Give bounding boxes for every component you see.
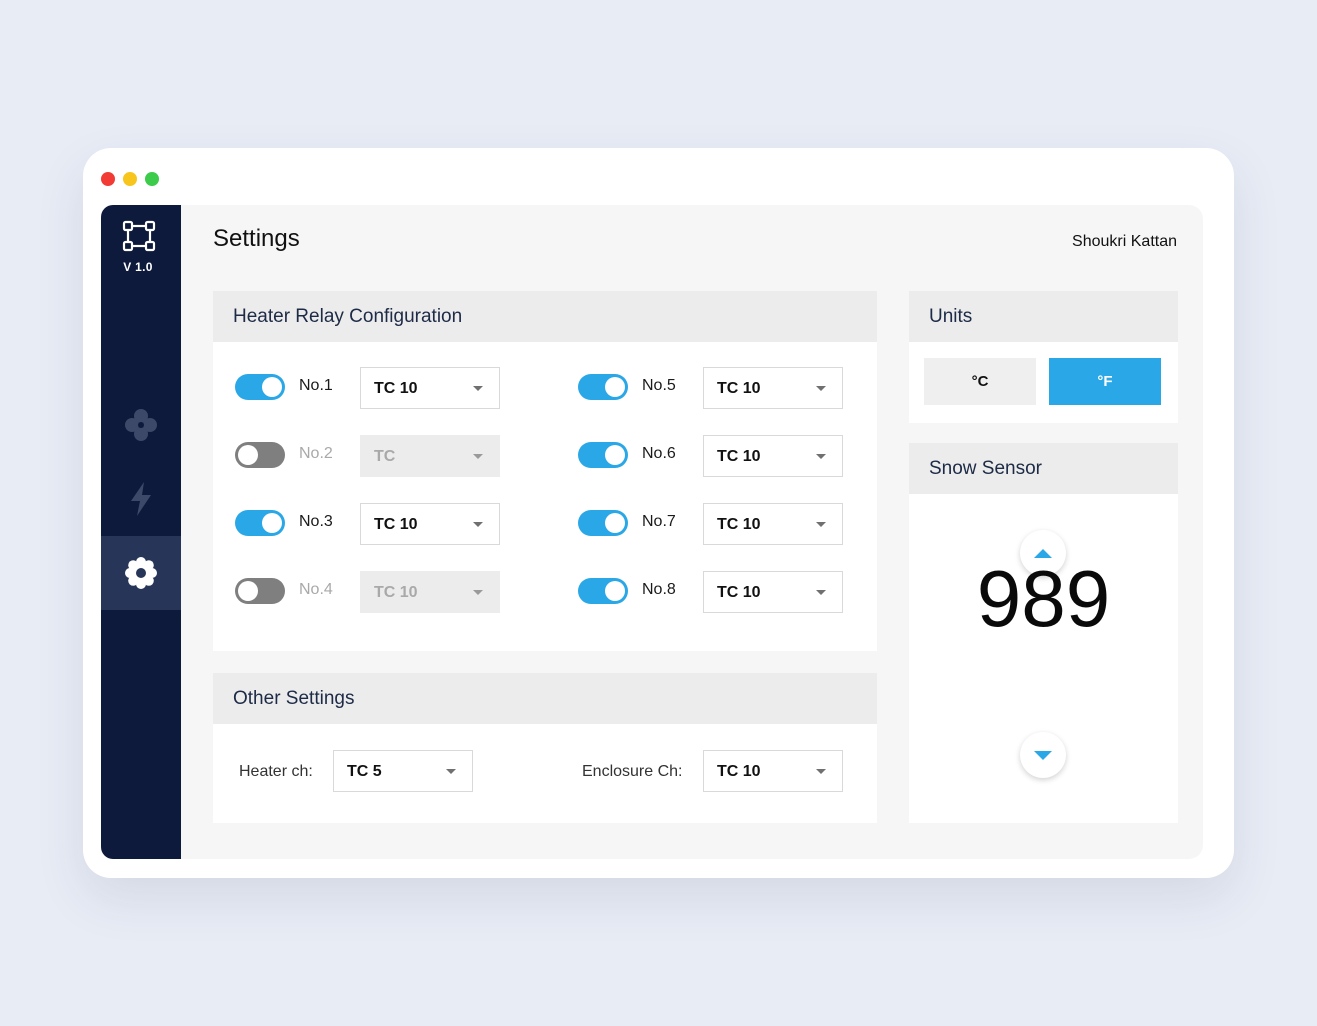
version-label: V 1.0 [123,260,153,274]
chevron-down-icon [473,454,483,459]
chevron-down-icon [473,386,483,391]
sidebar: V 1.0 [101,205,181,859]
other-settings-card: Other Settings Heater ch: TC 5 Enclosure… [213,673,877,823]
sidebar-item-settings[interactable] [101,536,181,610]
chevron-down-icon [816,522,826,527]
relay-3-toggle[interactable] [235,510,285,536]
relay-3-select[interactable]: TC 10 [360,503,500,545]
heater-ch-label: Heater ch: [239,763,313,780]
relay-3-label: No.3 [299,513,333,530]
enclosure-ch-select[interactable]: TC 10 [703,750,843,792]
relay-1-label: No.1 [299,377,333,394]
chevron-down-icon [446,769,456,774]
relay-4-label: No.4 [299,581,333,598]
relay-7-label: No.7 [642,513,676,530]
chevron-down-icon [816,590,826,595]
window-close-dot[interactable] [101,172,115,186]
units-card: Units °C °F [909,291,1178,423]
relay-8-select[interactable]: TC 10 [703,571,843,613]
relay-1-toggle[interactable] [235,374,285,400]
relay-7-select[interactable]: TC 10 [703,503,843,545]
fan-icon [125,409,157,441]
relay-6-label: No.6 [642,445,676,462]
sidebar-item-power[interactable] [101,462,181,536]
app-window: V 1.0 Settings Shoukri Kattan Heater Rel… [83,148,1234,878]
units-title: Units [909,291,1178,342]
relay-7-value: TC 10 [717,516,761,533]
relay-2-value: TC [374,448,396,465]
relay-4-toggle[interactable] [235,578,285,604]
relay-3-value: TC 10 [374,516,418,533]
snow-sensor-card: Snow Sensor 989 [909,443,1178,823]
chevron-down-icon [816,454,826,459]
relay-5-value: TC 10 [717,380,761,397]
window-minimize-dot[interactable] [123,172,137,186]
heater-ch-select[interactable]: TC 5 [333,750,473,792]
relay-2-toggle[interactable] [235,442,285,468]
chevron-down-icon [473,590,483,595]
relay-2-select: TC [360,435,500,477]
relay-6-select[interactable]: TC 10 [703,435,843,477]
heater-relay-card: Heater Relay Configuration No.1 TC 10 No… [213,291,877,651]
chevron-down-icon [1034,750,1052,760]
snow-sensor-value: 989 [976,554,1111,643]
relay-8-value: TC 10 [717,584,761,601]
relay-5-select[interactable]: TC 10 [703,367,843,409]
fahrenheit-button[interactable]: °F [1049,358,1161,405]
relay-2-label: No.2 [299,445,333,462]
relay-1-value: TC 10 [374,380,418,397]
relay-6-value: TC 10 [717,448,761,465]
enclosure-ch-value: TC 10 [717,763,761,780]
relay-8-label: No.8 [642,581,676,598]
relay-6-toggle[interactable] [578,442,628,468]
heater-relay-title: Heater Relay Configuration [213,291,877,342]
relay-5-label: No.5 [642,377,676,394]
relay-7-toggle[interactable] [578,510,628,536]
relay-4-value: TC 10 [374,584,418,601]
sidebar-item-fan[interactable] [101,388,181,462]
heater-ch-value: TC 5 [347,763,382,780]
celsius-button[interactable]: °C [924,358,1036,405]
other-settings-title: Other Settings [213,673,877,724]
main-content: Settings Shoukri Kattan Heater Relay Con… [181,205,1203,859]
decrease-button[interactable] [1020,732,1066,778]
relay-4-select: TC 10 [360,571,500,613]
chevron-down-icon [816,386,826,391]
snow-sensor-title: Snow Sensor [909,443,1178,494]
user-name[interactable]: Shoukri Kattan [1072,233,1177,251]
page-title: Settings [213,225,300,252]
enclosure-ch-label: Enclosure Ch: [582,763,683,780]
relay-1-select[interactable]: TC 10 [360,367,500,409]
gear-icon [125,557,157,589]
relay-5-toggle[interactable] [578,374,628,400]
chevron-down-icon [816,769,826,774]
app-logo-icon [122,220,156,252]
lightning-icon [131,482,151,516]
window-maximize-dot[interactable] [145,172,159,186]
chevron-down-icon [473,522,483,527]
relay-8-toggle[interactable] [578,578,628,604]
